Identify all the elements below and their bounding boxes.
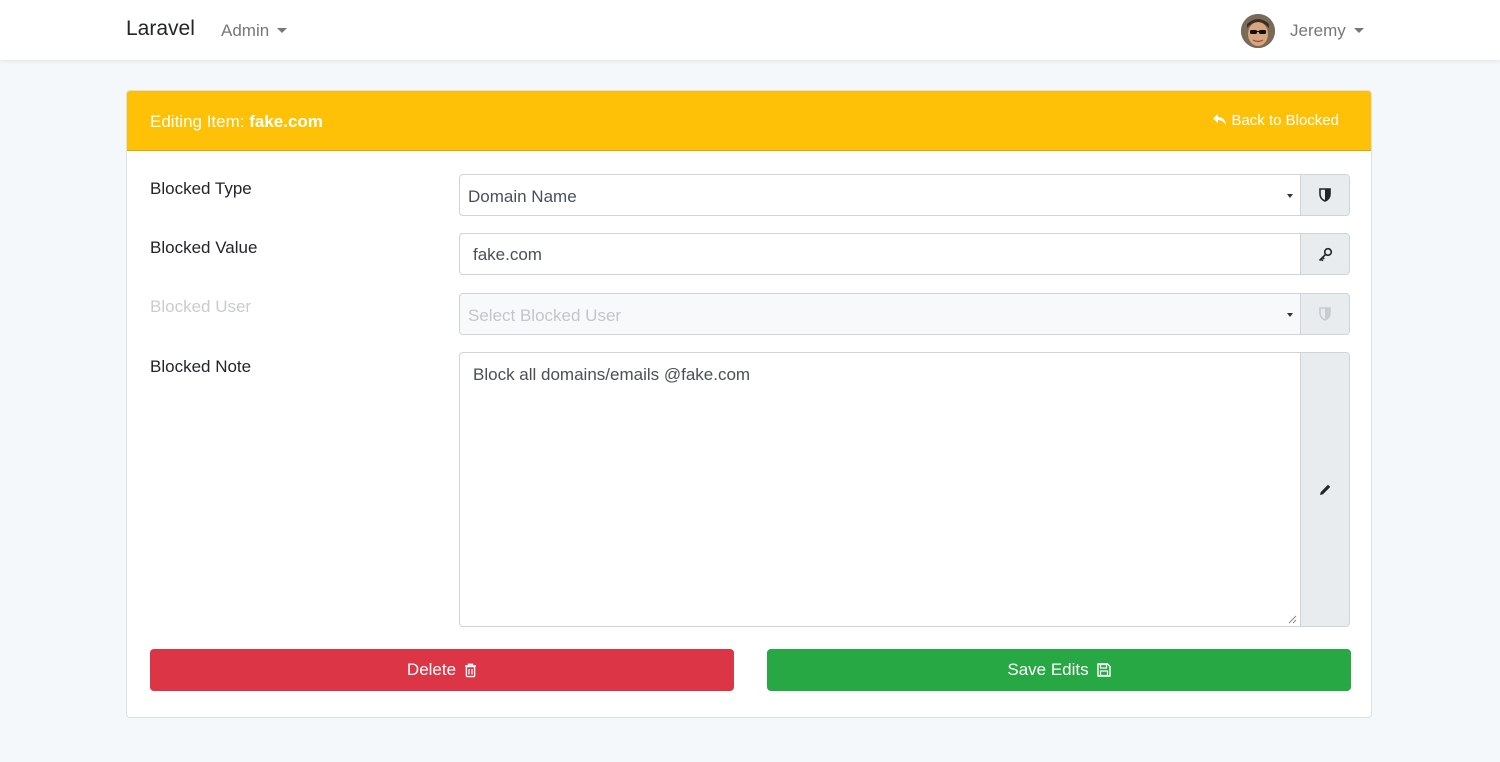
back-link-label: Back to Blocked	[1231, 112, 1339, 129]
blocked-value-label: Blocked Value	[150, 238, 258, 257]
card-title-value: fake.com	[249, 112, 323, 131]
save-edits-button-label: Save Edits	[1007, 660, 1089, 679]
user-dropdown[interactable]: Jeremy	[1290, 21, 1364, 41]
caret-down-icon	[1353, 28, 1364, 33]
blocked-type-addon	[1300, 175, 1349, 215]
card-title-prefix: Editing Item:	[150, 112, 250, 131]
trash-icon	[465, 663, 477, 677]
blocked-type-select[interactable]: Domain Name	[459, 174, 1350, 216]
blocked-user-placeholder: Select Blocked User	[468, 306, 622, 325]
reply-icon	[1213, 114, 1227, 125]
resize-grip-icon[interactable]	[1288, 615, 1297, 624]
card-title: Editing Item: fake.com	[150, 112, 323, 132]
card-header: Editing Item: fake.com Back to Blocked	[127, 91, 1371, 151]
top-navbar: Laravel Admin Jeremy	[0, 0, 1500, 60]
caret-down-icon	[277, 28, 288, 33]
admin-dropdown-label: Admin	[221, 21, 270, 40]
key-icon	[1318, 247, 1332, 261]
pencil-icon	[1320, 484, 1331, 495]
blocked-type-value: Domain Name	[468, 187, 577, 206]
blocked-note-text: Block all domains/emails @fake.com	[473, 365, 751, 384]
delete-button[interactable]: Delete	[150, 649, 734, 691]
shield-icon	[1319, 188, 1331, 202]
avatar-image	[1241, 14, 1275, 48]
blocked-value-input[interactable]: fake.com	[459, 233, 1350, 275]
delete-button-label: Delete	[406, 660, 457, 679]
save-edits-button[interactable]: Save Edits	[767, 649, 1351, 691]
save-icon	[1096, 663, 1111, 677]
admin-dropdown[interactable]: Admin	[221, 21, 288, 41]
blocked-user-label: Blocked User	[150, 297, 252, 316]
shield-icon	[1319, 307, 1331, 321]
blocked-note-textarea[interactable]: Block all domains/emails @fake.com	[459, 352, 1350, 627]
back-to-blocked-link[interactable]: Back to Blocked	[1213, 112, 1339, 129]
avatar[interactable]	[1241, 14, 1275, 48]
blocked-user-select: Select Blocked User	[459, 293, 1350, 335]
blocked-note-addon	[1300, 353, 1349, 626]
blocked-value-addon	[1300, 234, 1349, 274]
blocked-type-label: Blocked Type	[150, 179, 252, 198]
brand-link[interactable]: Laravel	[126, 17, 195, 41]
blocked-note-label: Blocked Note	[150, 357, 252, 376]
select-arrow-icon	[1287, 313, 1293, 317]
blocked-user-addon	[1300, 294, 1349, 334]
blocked-value-text: fake.com	[473, 245, 542, 264]
edit-card: Editing Item: fake.com Back to Blocked B…	[126, 90, 1372, 718]
select-arrow-icon	[1287, 194, 1293, 198]
user-dropdown-label: Jeremy	[1290, 21, 1346, 40]
